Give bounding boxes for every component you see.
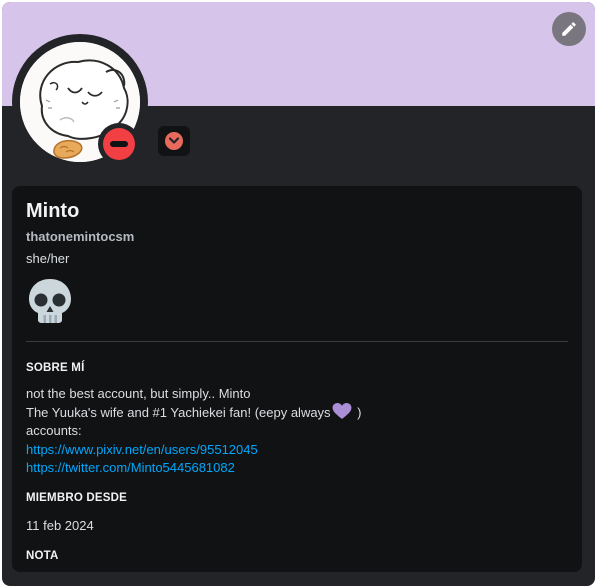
bio-line-3: accounts: (26, 423, 82, 439)
about-me-heading: SOBRE MÍ (26, 362, 85, 374)
divider (26, 341, 568, 342)
bio-line-1: not the best account, but simply.. Minto (26, 386, 251, 401)
display-name: Minto (26, 200, 80, 222)
status-indicator (98, 123, 140, 165)
custom-status-emoji (26, 276, 74, 329)
profile-card: Minto thatonemintocsm she/her SOBRE MÍ n… (2, 2, 595, 586)
pixiv-link[interactable]: https://www.pixiv.net/en/users/95512045 (26, 442, 258, 457)
pronouns: she/her (26, 251, 70, 266)
profile-badge[interactable] (158, 126, 190, 156)
chevron-down-icon (165, 132, 183, 150)
purple-heart-icon (332, 403, 352, 420)
member-since-date: 11 feb 2024 (26, 518, 94, 533)
member-since-heading: MIEMBRO DESDE (26, 492, 127, 504)
pencil-icon (562, 22, 576, 36)
bio-line-2-text: The Yuuka's wife and #1 Yachiekei fan! (… (26, 405, 331, 421)
do-not-disturb-icon (103, 128, 135, 160)
twitter-link[interactable]: https://twitter.com/Minto5445681082 (26, 460, 235, 475)
profile-details: Minto thatonemintocsm she/her SOBRE MÍ n… (12, 186, 582, 572)
edit-profile-button[interactable] (552, 12, 586, 46)
note-heading: NOTA (26, 550, 59, 562)
bio-line-2-end: ) (353, 405, 362, 421)
username[interactable]: thatonemintocsm (26, 229, 134, 244)
bio-line-2: The Yuuka's wife and #1 Yachiekei fan! (… (26, 403, 362, 422)
skull-icon (29, 279, 71, 323)
about-me-text: not the best account, but simply.. Minto… (26, 385, 362, 477)
